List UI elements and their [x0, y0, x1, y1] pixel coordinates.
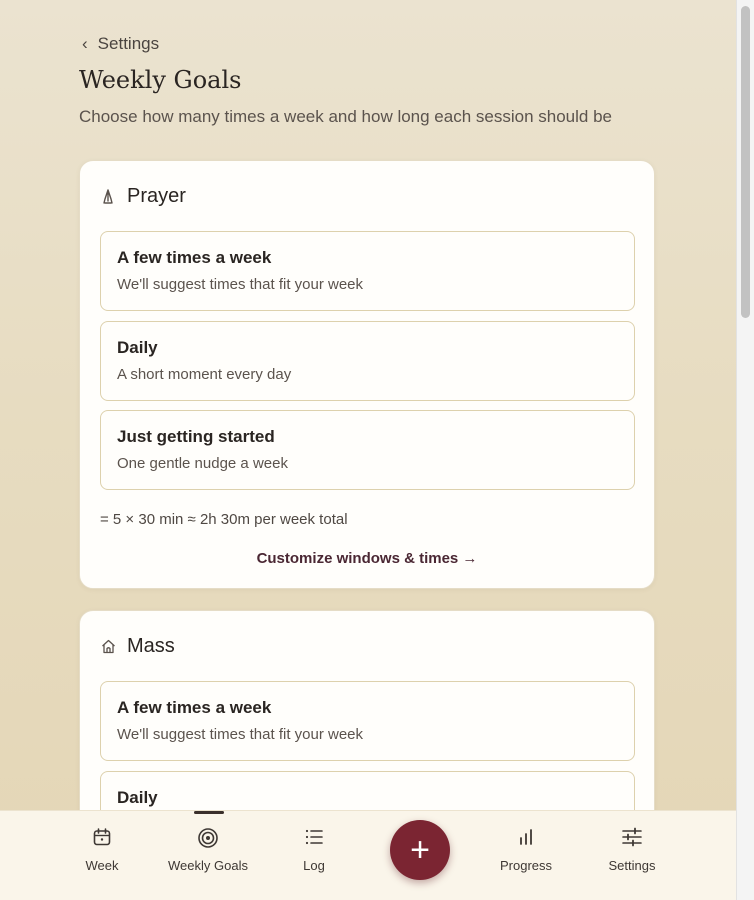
target-icon — [153, 827, 263, 849]
goal-option-getting-started[interactable]: Just getting started One gentle nudge a … — [100, 410, 635, 490]
nav-week[interactable]: Week — [47, 811, 157, 900]
nav-label: Progress — [499, 858, 553, 873]
calendar-icon — [47, 827, 157, 849]
option-description: We'll suggest times that fit your week — [117, 726, 364, 743]
card-title: Prayer — [127, 185, 186, 207]
goal-option-daily[interactable]: Daily A short moment every day — [100, 321, 635, 401]
prayer-hands-icon — [100, 188, 116, 205]
add-entry-button[interactable]: + — [390, 820, 450, 880]
goal-option-few-times[interactable]: A few times a week We'll suggest times t… — [100, 231, 635, 311]
church-icon — [100, 639, 116, 655]
app-screen: ‹ Settings Weekly Goals Choose how many … — [0, 0, 736, 900]
option-title: Daily — [117, 788, 158, 807]
page-title: Weekly Goals — [79, 66, 242, 94]
nav-label: Log — [303, 858, 325, 873]
customize-link[interactable]: Customize windows & times → — [80, 550, 654, 567]
bar-chart-icon — [471, 827, 581, 849]
sliders-icon — [577, 827, 687, 849]
goal-option-few-times[interactable]: A few times a week We'll suggest times t… — [100, 681, 635, 761]
option-description: We'll suggest times that fit your week — [117, 276, 364, 293]
bottom-nav: Week Weekly Goals Log + Progress Setting… — [0, 810, 736, 900]
nav-log[interactable]: Log — [259, 811, 369, 900]
nav-progress[interactable]: Progress — [471, 811, 581, 900]
back-link[interactable]: ‹ Settings — [82, 34, 159, 54]
option-title: A few times a week — [117, 698, 272, 717]
goal-card-prayer: Prayer A few times a week We'll suggest … — [79, 160, 655, 589]
scrollbar-thumb[interactable] — [741, 6, 750, 318]
option-description: A short moment every day — [117, 366, 292, 383]
card-header: Prayer — [100, 185, 186, 208]
nav-label: Weekly Goals — [168, 858, 248, 873]
nav-label: Settings — [608, 858, 656, 873]
option-title: Daily — [117, 338, 158, 357]
weekly-total-text: = 5 × 30 min ≈ 2h 30m per week total — [100, 511, 348, 528]
list-icon — [259, 827, 369, 849]
nav-weekly-goals[interactable]: Weekly Goals — [153, 811, 263, 900]
vertical-scrollbar[interactable] — [736, 0, 754, 900]
back-label: Settings — [97, 34, 160, 53]
option-description: One gentle nudge a week — [117, 455, 288, 472]
card-title: Mass — [127, 635, 175, 657]
option-title: A few times a week — [117, 248, 272, 267]
option-title: Just getting started — [117, 427, 275, 446]
nav-settings[interactable]: Settings — [577, 811, 687, 900]
card-header: Mass — [100, 635, 175, 658]
nav-label: Week — [85, 858, 119, 873]
chevron-left-icon: ‹ — [82, 34, 88, 53]
page-subtitle: Choose how many times a week and how lon… — [79, 107, 612, 126]
